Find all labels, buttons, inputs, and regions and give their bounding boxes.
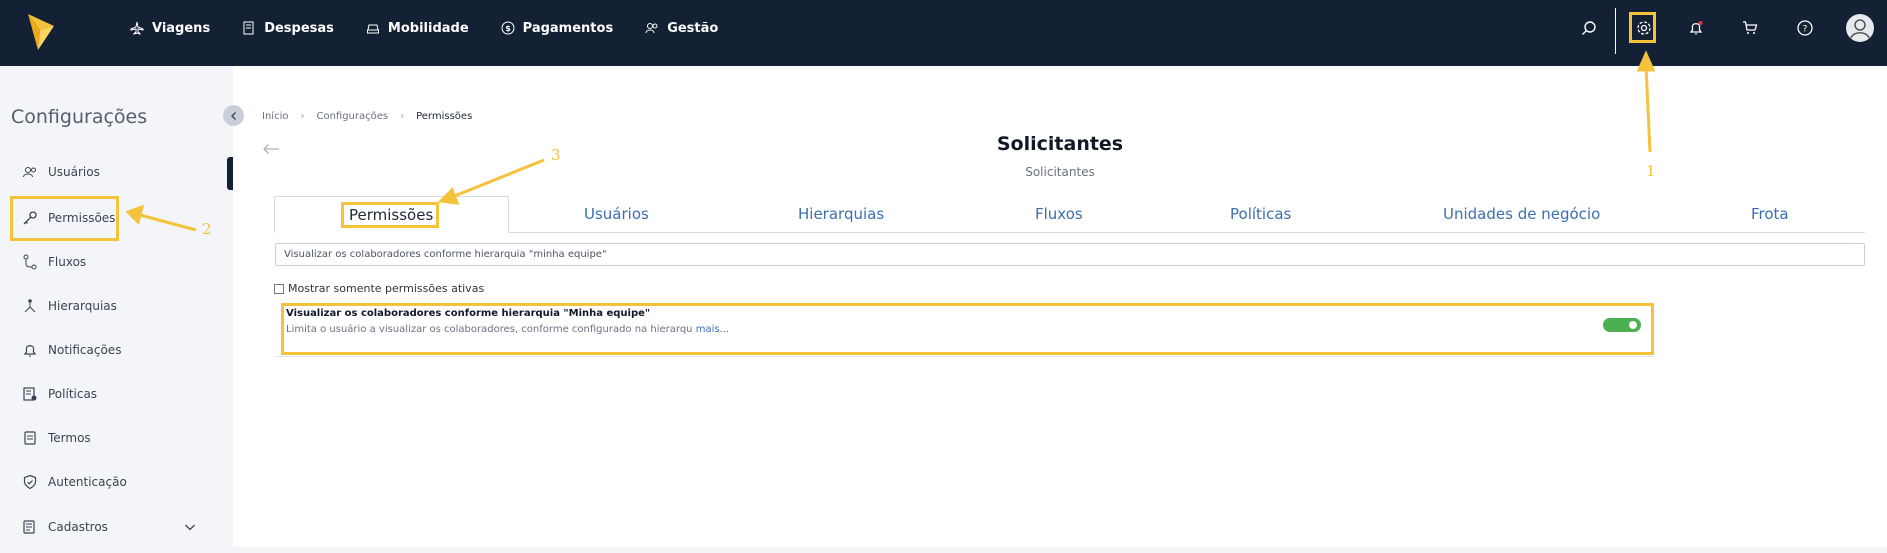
page-subtitle: Solicitantes	[1025, 165, 1095, 179]
sidebar-item-label: Fluxos	[48, 255, 87, 269]
highlight-settings	[1629, 12, 1656, 43]
sidebar-item-label: Políticas	[48, 387, 98, 401]
nav-despesas-label: Despesas	[264, 20, 334, 36]
sidebar-item-label: Hierarquias	[48, 299, 117, 313]
highlight-tab-permissoes	[341, 202, 439, 228]
sidebar-item-autenticacao[interactable]: Autenticação	[22, 474, 127, 490]
annotation-arrows	[125, 50, 1656, 232]
chevron-left-icon	[230, 111, 236, 120]
sidebar-item-fluxos[interactable]: Fluxos	[22, 254, 86, 270]
highlight-permission-row	[281, 303, 1654, 355]
page-title: Solicitantes	[996, 133, 1124, 155]
nav-viagens[interactable]: Viagens	[130, 21, 210, 36]
sidebar-item-termos[interactable]: Termos	[22, 430, 91, 446]
nav-pagamentos-label: Pagamentos	[522, 20, 614, 36]
breadcrumb-configuracoes[interactable]: Configurações	[316, 111, 388, 122]
nav-viagens-label: Viagens	[152, 20, 211, 36]
shield-icon	[23, 474, 37, 490]
row-divider	[274, 356, 1654, 357]
breadcrumb-inicio[interactable]: Início	[262, 111, 288, 122]
tab-frota[interactable]: Frota	[1751, 205, 1789, 223]
sidebar-item-politicas[interactable]: Políticas	[22, 386, 97, 402]
sidebar-item-usuarios[interactable]: Usuários	[22, 165, 100, 179]
breadcrumb-permissoes: Permissões	[416, 111, 473, 122]
sidebar-item-label: Autenticação	[48, 475, 127, 489]
car-icon	[366, 24, 379, 34]
active-only-label: Mostrar somente permissões ativas	[288, 282, 485, 295]
avatar-icon[interactable]	[1845, 13, 1875, 43]
tab-usuarios[interactable]: Usuários	[584, 205, 649, 223]
highlight-permissoes	[10, 196, 119, 241]
users-icon	[645, 23, 658, 34]
sidebar-item-hierarquias[interactable]: Hierarquias	[22, 298, 117, 314]
tab-hierarquias[interactable]: Hierarquias	[798, 205, 884, 223]
collapse-sidebar-button[interactable]	[223, 105, 244, 126]
sidebar-title: Configurações	[11, 106, 148, 128]
nav-gestao[interactable]: Gestão	[645, 21, 718, 36]
chevron-right-icon: ›	[400, 111, 405, 122]
bell-icon	[23, 345, 37, 357]
nav-mobilidade-label: Mobilidade	[387, 20, 469, 36]
search-icon[interactable]	[1577, 16, 1601, 40]
folder-icon	[23, 520, 35, 534]
sidebar-item-notificacoes[interactable]: Notificações	[22, 342, 121, 358]
users-icon	[23, 167, 36, 178]
nav-pagamentos[interactable]: $ Pagamentos	[501, 20, 614, 36]
annotation-1: 1	[1646, 162, 1656, 180]
policy-icon	[23, 387, 37, 401]
tab-unidades-de-negocio[interactable]: Unidades de negócio	[1443, 205, 1600, 223]
dollar-icon: $	[501, 21, 515, 35]
sidebar-item-label: Usuários	[48, 165, 100, 179]
active-only-filter: Mostrar somente permissões ativas	[274, 282, 484, 295]
main-nav: Viagens Despesas Mobilidade $ Pagamentos…	[130, 0, 750, 56]
page-footer-strip	[233, 547, 1887, 553]
plane-icon	[130, 21, 144, 35]
active-indicator	[227, 157, 233, 190]
top-navigation-bar: Viagens Despesas Mobilidade $ Pagamentos…	[0, 0, 1887, 66]
tab-fluxos[interactable]: Fluxos	[1035, 205, 1083, 223]
active-only-checkbox[interactable]	[274, 283, 284, 294]
sidebar-item-label: Termos	[48, 431, 91, 445]
cart-icon[interactable]	[1738, 16, 1762, 40]
sidebar-item-label: Notificações	[48, 343, 122, 357]
annotation-2: 2	[202, 220, 212, 238]
nav-gestao-label: Gestão	[667, 20, 719, 36]
app-logo[interactable]	[26, 12, 56, 52]
svg-text:$: $	[505, 24, 511, 33]
tab-politicas[interactable]: Políticas	[1230, 205, 1291, 223]
nav-despesas[interactable]: Despesas	[242, 21, 334, 36]
permission-search-input[interactable]	[275, 243, 1865, 266]
document-icon	[24, 431, 36, 445]
bell-icon[interactable]	[1684, 16, 1708, 40]
hierarchy-icon	[24, 299, 36, 313]
receipt-icon	[243, 21, 254, 35]
chevron-down-icon	[185, 524, 195, 531]
back-arrow-icon[interactable]	[262, 140, 280, 159]
help-icon[interactable]: ?	[1793, 16, 1817, 40]
chevron-right-icon: ›	[300, 111, 305, 122]
sidebar-item-cadastros[interactable]: Cadastros	[22, 519, 200, 535]
tabs-divider	[274, 232, 1865, 233]
svg-text:?: ?	[1803, 25, 1808, 35]
toolbar-divider	[1615, 8, 1616, 54]
nav-mobilidade[interactable]: Mobilidade	[366, 21, 469, 36]
breadcrumb: Início › Configurações › Permissões	[262, 111, 472, 122]
flow-icon	[23, 254, 37, 270]
sidebar-item-label: Cadastros	[48, 520, 108, 534]
annotation-3: 3	[551, 146, 561, 164]
